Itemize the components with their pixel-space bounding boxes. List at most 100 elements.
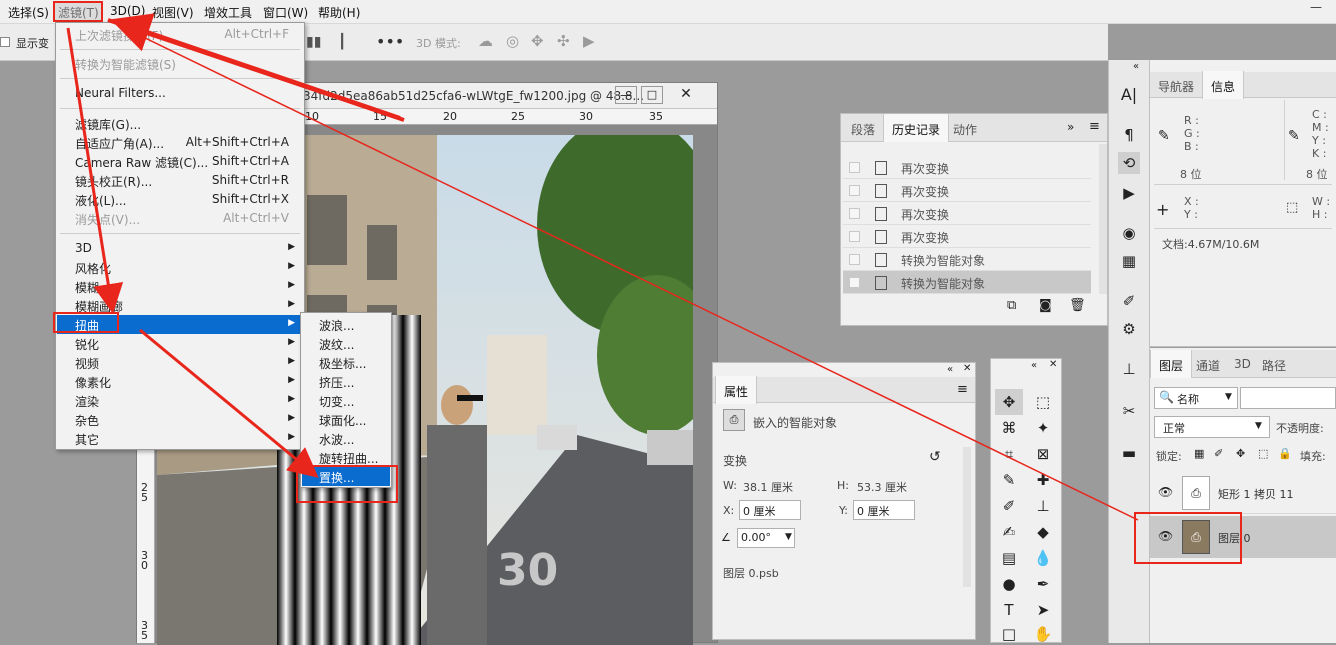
eyedropper-icon[interactable]: ✎ [998,469,1020,491]
visibility-eye-icon[interactable]: 👁 [1158,485,1173,499]
menu-help[interactable]: 帮助(H) [318,4,360,21]
actions-panel-icon[interactable]: ▶ [1118,182,1140,204]
lock-all-icon[interactable]: 🔒 [1278,447,1292,460]
lock-transparent-icon[interactable]: ▦ [1194,447,1204,460]
menu-item-lens-correction[interactable]: 镜头校正(R)... Shift+Ctrl+R [57,171,303,190]
panel-expand-icon[interactable]: » [1067,120,1074,134]
distribute-icon[interactable]: ┃ [338,34,346,50]
tab-layers[interactable]: 图层 [1150,350,1193,378]
tab-info[interactable]: 信息 [1202,71,1245,99]
menu-item-last-filter[interactable]: 上次滤镜操作(F) Alt+Ctrl+F [57,25,303,44]
history-checkbox[interactable] [849,254,860,265]
menu-item-render[interactable]: 渲染 ▶ [57,391,303,410]
reset-transform-icon[interactable]: ↺ [929,449,941,465]
history-row[interactable]: 再次变换 [843,225,1091,248]
3d-roll-icon[interactable]: ◎ [506,32,519,50]
layer-filter-select[interactable]: 🔍 名称 ▼ [1154,387,1238,409]
tab-navigator[interactable]: 导航器 [1150,71,1202,99]
tab-history[interactable]: 历史记录 [883,114,950,142]
submenu-item-pinch[interactable]: 挤压... [302,372,390,391]
panel-menu-icon[interactable]: ≡ [957,382,968,397]
character-panel-icon[interactable]: A| [1118,84,1140,106]
show-transform-checkbox[interactable] [0,37,10,47]
menu-view[interactable]: 视图(V) [152,4,194,21]
history-checkbox[interactable] [849,208,860,219]
history-row[interactable]: 再次变换 [843,156,1091,179]
type-tool-icon[interactable]: T [998,599,1020,621]
menu-item-vanishing-point[interactable]: 消失点(V)... Alt+Ctrl+V [57,209,303,228]
3d-pan-icon[interactable]: ✥ [531,32,544,50]
doc-close-icon[interactable]: ✕ [675,86,697,104]
history-checkbox[interactable] [849,231,860,242]
menu-window[interactable]: 窗口(W) [263,4,308,21]
tab-actions[interactable]: 动作 [945,114,985,142]
minimize-icon[interactable]: — [1306,0,1326,16]
submenu-item-shear[interactable]: 切变... [302,391,390,410]
history-scrollbar[interactable] [1099,144,1107,294]
history-row[interactable]: 转换为智能对象 [843,248,1091,271]
layer-row[interactable]: 👁 ⎙ 矩形 1 拷贝 11 [1150,472,1336,514]
menu-item-neural-filters[interactable]: Neural Filters... [57,84,303,103]
brush-settings-icon[interactable]: ✐ [1118,290,1140,312]
healing-brush-icon[interactable]: ✚ [1032,469,1054,491]
new-document-icon[interactable]: ⧉ [1007,298,1016,313]
tab-paragraph[interactable]: 段落 [843,114,883,142]
3d-slide-icon[interactable]: ✣ [557,32,570,50]
menu-item-adaptive-wide-angle[interactable]: 自适应广角(A)... Alt+Shift+Ctrl+A [57,133,303,152]
history-brush-icon[interactable]: ✍ [998,521,1020,543]
menu-item-camera-raw[interactable]: Camera Raw 滤镜(C)... Shift+Ctrl+A [57,152,303,171]
width-value[interactable]: 38.1 厘米 [743,479,793,495]
color-panel-icon[interactable]: ◉ [1118,222,1140,244]
clone-source-icon[interactable]: ⊥ [1118,358,1140,380]
3d-orbit-icon[interactable]: ☁ [478,32,493,50]
move-tool-icon[interactable]: ✥ [998,391,1020,413]
path-select-icon[interactable]: ➤ [1032,599,1054,621]
history-row[interactable]: 再次变换 [843,179,1091,202]
snapshot-camera-icon[interactable]: ◙ [1039,298,1052,313]
height-value[interactable]: 53.3 厘米 [857,479,907,495]
doc-maximize-icon[interactable]: □ [641,86,663,104]
properties-scrollbar[interactable] [963,447,971,587]
stamp-tool-icon[interactable]: ⊥ [1032,495,1054,517]
pen-tool-icon[interactable]: ✒ [1032,573,1054,595]
menu-item-stylize[interactable]: 风格化 ▶ [57,258,303,277]
menu-3d[interactable]: 3D(D) [110,4,145,18]
lock-artboard-icon[interactable]: ⬚ [1258,447,1268,460]
lasso-tool-icon[interactable]: ⌘ [998,417,1020,439]
tab-properties[interactable]: 属性 [715,376,758,404]
panel-close-icon[interactable]: ✕ [1049,359,1057,370]
3d-camera-icon[interactable]: ▶ [583,32,595,50]
history-panel-icon[interactable]: ⟲ [1118,152,1140,174]
chevron-down-icon[interactable]: ▼ [785,532,792,542]
trash-icon[interactable]: 🗑 [1069,298,1086,313]
rectangle-tool-icon[interactable]: □ [998,623,1020,645]
history-checkbox[interactable] [849,277,860,288]
history-checkbox[interactable] [849,185,860,196]
panel-collapse-icon[interactable]: « [947,364,953,375]
dock-collapse-icon[interactable]: « [1133,61,1139,72]
menu-item-other[interactable]: 其它 ▶ [57,429,303,448]
lock-position-icon[interactable]: ✥ [1236,447,1245,460]
magic-wand-icon[interactable]: ✦ [1032,417,1054,439]
blur-tool-icon[interactable]: 💧 [1032,547,1054,569]
submenu-item-polar[interactable]: 极坐标... [302,353,390,372]
layer-search-field[interactable] [1240,387,1336,409]
doc-minimize-icon[interactable]: — [615,86,637,104]
menu-plugins[interactable]: 增效工具 [204,4,252,21]
history-row[interactable]: 再次变换 [843,202,1091,225]
menu-item-noise[interactable]: 杂色 ▶ [57,410,303,429]
more-options-icon[interactable]: ••• [376,32,404,51]
marquee-tool-icon[interactable]: ⬚ [1032,391,1054,413]
paragraph-panel-icon[interactable]: ¶ [1118,124,1140,146]
align-icon[interactable]: ▮▮ [306,34,321,50]
brush-tool-icon[interactable]: ✐ [998,495,1020,517]
menu-item-blur[interactable]: 模糊 ▶ [57,277,303,296]
gradients-panel-icon[interactable]: ▬ [1118,442,1140,464]
swatches-panel-icon[interactable]: ▦ [1118,250,1140,272]
x-input[interactable]: 0 厘米 [739,500,801,520]
lock-pixels-icon[interactable]: ✐ [1214,447,1223,460]
menu-item-liquify[interactable]: 液化(L)... Shift+Ctrl+X [57,190,303,209]
menu-item-filter-gallery[interactable]: 滤镜库(G)... [57,114,303,133]
submenu-item-wave[interactable]: 波浪... [302,315,390,334]
frame-tool-icon[interactable]: ⊠ [1032,443,1054,465]
